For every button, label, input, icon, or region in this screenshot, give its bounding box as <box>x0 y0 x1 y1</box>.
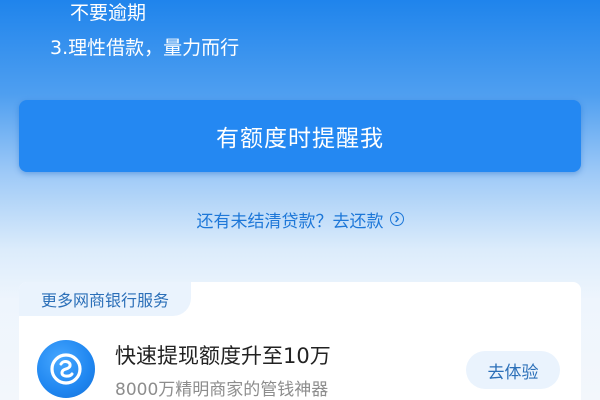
tip-line-no-overdue: 不要逾期 <box>70 2 147 24</box>
chevron-right-glyph <box>394 215 399 223</box>
chevron-right-circle-icon <box>389 212 404 226</box>
repay-loan-link[interactable]: 还有未结清贷款？去还款 <box>0 205 600 233</box>
mybank-logo-icon <box>37 340 95 398</box>
remind-me-button[interactable]: 有额度时提醒我 <box>19 100 581 172</box>
tip-line-borrow-rationally: 3.理性借款，量力而行 <box>50 37 240 59</box>
mybank-logo-glyph <box>50 353 82 385</box>
repay-loan-link-label: 还有未结清贷款？去还款 <box>196 211 384 232</box>
try-now-button[interactable]: 去体验 <box>466 351 560 389</box>
service-title: 快速提现额度升至10万 <box>115 344 331 368</box>
more-services-card: 更多网商银行服务 快速提现额度升至10万 8000万精明商家的管钱神器 去体验 <box>19 282 581 400</box>
more-services-header: 更多网商银行服务 <box>19 282 192 316</box>
service-item-cash-withdrawal[interactable]: 快速提现额度升至10万 8000万精明商家的管钱神器 去体验 <box>19 320 581 400</box>
service-subtitle: 8000万精明商家的管钱神器 <box>115 380 329 400</box>
